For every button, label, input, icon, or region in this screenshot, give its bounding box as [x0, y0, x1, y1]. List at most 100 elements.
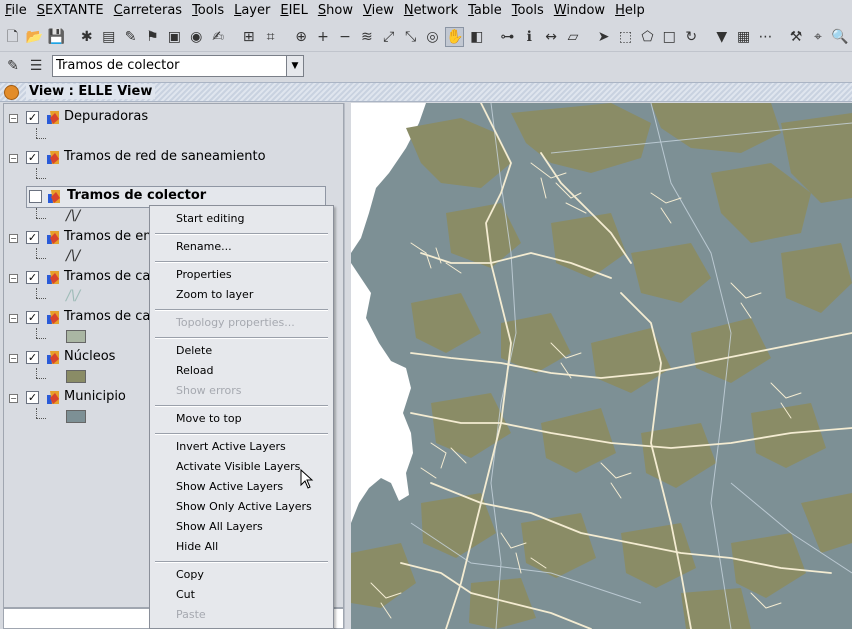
menu-eiel[interactable]: EIEL [275, 1, 313, 20]
layer-name: Tramos de ca [64, 269, 151, 284]
toc-layer-row[interactable]: − ✓ Depuradoras [4, 108, 334, 128]
menu-show[interactable]: Show [313, 1, 358, 20]
pan-icon[interactable]: ✋ [444, 26, 465, 47]
toolbar-separator [231, 27, 237, 47]
menu-tools-2[interactable]: Tools [507, 1, 549, 20]
layer-add-icon[interactable]: ▤ [99, 27, 118, 47]
active-layer-combo-value: Tramos de colector [56, 58, 180, 73]
pan-layer-icon[interactable]: ◧ [467, 27, 486, 47]
select-icon[interactable]: ➤ [594, 27, 613, 47]
collapse-toggle-icon[interactable]: − [9, 154, 18, 163]
map-canvas[interactable] [351, 103, 852, 629]
layer-visibility-checkbox[interactable]: ✓ [26, 151, 39, 164]
vector-layer-icon [47, 151, 59, 164]
record-icon[interactable]: ◉ [187, 27, 206, 47]
menu-item-zoom-to-layer[interactable]: Zoom to layer [150, 285, 333, 305]
zoom-select-icon[interactable]: ⊕ [292, 27, 311, 47]
menu-item-delete[interactable]: Delete [150, 341, 333, 361]
layers-icon[interactable]: ≋ [357, 27, 376, 47]
graticule-icon[interactable]: ⋯ [756, 27, 775, 47]
spatial-icon[interactable]: ✱ [77, 27, 96, 47]
menu-item-start-editing[interactable]: Start editing [150, 209, 333, 229]
eye-icon[interactable]: ◎ [423, 27, 442, 47]
menu-layer[interactable]: Layer [229, 1, 275, 20]
menu-item-invert-active-layers[interactable]: Invert Active Layers [150, 437, 333, 457]
note-icon[interactable]: ✍ [209, 27, 228, 47]
collapse-toggle-icon[interactable]: − [9, 394, 18, 403]
grid-icon[interactable]: ⌗ [261, 27, 280, 47]
collapse-toggle-icon[interactable]: − [9, 114, 18, 123]
vector-layer-icon [47, 271, 59, 284]
zoom-out-icon[interactable]: − [335, 27, 354, 47]
menu-help[interactable]: Help [610, 1, 650, 20]
table-icon[interactable]: ▦ [734, 27, 753, 47]
menu-separator [155, 233, 328, 235]
menu-view[interactable]: View [358, 1, 399, 20]
menu-item-move-to-top[interactable]: Move to top [150, 409, 333, 429]
collapse-toggle-icon[interactable]: − [9, 274, 18, 283]
chevron-down-icon[interactable]: ▼ [286, 56, 303, 76]
select-rect-icon[interactable]: ⬚ [616, 27, 635, 47]
layer-visibility-checkbox[interactable]: ✓ [26, 231, 39, 244]
new-file-icon[interactable]: 🗋 [3, 27, 22, 47]
edit-layer-icon[interactable]: ✎ [3, 56, 23, 76]
layer-visibility-checkbox[interactable]: ✓ [26, 391, 39, 404]
toc-layer-row[interactable]: − ✓ Tramos de red de saneamiento [4, 148, 334, 168]
view-icon [4, 85, 19, 100]
menu-item-reload[interactable]: Reload [150, 361, 333, 381]
select-poly-icon[interactable]: ⬠ [638, 27, 657, 47]
open-file-icon[interactable]: 📂 [25, 27, 44, 47]
menu-item-cut[interactable]: Cut [150, 585, 333, 605]
zoom-extent-icon[interactable]: ⤡ [401, 27, 420, 47]
menu-window[interactable]: Window [549, 1, 610, 20]
menu-item-paste: Paste [176, 608, 206, 621]
graph-icon[interactable]: ⚑ [143, 27, 162, 47]
locate-icon[interactable]: ⌖ [809, 27, 828, 47]
menu-item-copy[interactable]: Copy [150, 565, 333, 585]
measure-icon[interactable]: ⊶ [498, 27, 517, 47]
menu-network[interactable]: Network [399, 1, 463, 20]
menu-table[interactable]: Table [463, 1, 507, 20]
panel-splitter[interactable] [344, 103, 351, 629]
area-icon[interactable]: ▱ [564, 27, 583, 47]
vector-layer-icon [47, 311, 59, 324]
layer-visibility-checkbox[interactable]: ✓ [26, 111, 39, 124]
mouse-pointer-icon [300, 469, 314, 489]
zoom-in-icon[interactable]: + [314, 27, 333, 47]
collapse-toggle-icon[interactable]: − [9, 354, 18, 363]
menu-item-show-all-layers[interactable]: Show All Layers [150, 517, 333, 537]
collapse-toggle-icon[interactable]: − [9, 314, 18, 323]
layer-visibility-checkbox[interactable]: ✓ [26, 311, 39, 324]
layer-list-icon[interactable]: ☰ [26, 56, 46, 76]
menu-item-show-only-active-layers[interactable]: Show Only Active Layers [150, 497, 333, 517]
collapse-toggle-icon[interactable]: − [9, 234, 18, 243]
menu-tools[interactable]: Tools [187, 1, 229, 20]
layer-visibility-checkbox[interactable] [29, 190, 42, 203]
menu-item-hide-all[interactable]: Hide All [150, 537, 333, 557]
folder-icon[interactable]: ⊞ [239, 27, 258, 47]
save-icon[interactable]: 💾 [47, 27, 66, 47]
view-title: View : ELLE View [26, 84, 156, 99]
zoom-full-icon[interactable]: ⤢ [379, 27, 398, 47]
layer-visibility-checkbox[interactable]: ✓ [26, 351, 39, 364]
menu-item-rename[interactable]: Rename... [150, 237, 333, 257]
print-icon[interactable]: ▣ [165, 27, 184, 47]
layer-visibility-checkbox[interactable]: ✓ [26, 271, 39, 284]
menu-carreteras[interactable]: Carreteras [109, 1, 187, 20]
tools-icon[interactable]: ⚒ [787, 27, 806, 47]
filter-icon[interactable]: ▼ [712, 27, 731, 47]
view-title-bar: View : ELLE View [0, 82, 852, 102]
active-layer-combo[interactable]: Tramos de colector ▼ [52, 55, 304, 77]
layer-legend-row [4, 168, 144, 188]
distance-icon[interactable]: ↔ [542, 27, 561, 47]
invert-selection-icon[interactable]: ↻ [682, 27, 701, 47]
info-icon[interactable]: ℹ [520, 27, 539, 47]
menu-separator [155, 433, 328, 435]
menu-item-properties[interactable]: Properties [150, 265, 333, 285]
edit-icon[interactable]: ✎ [121, 27, 140, 47]
menu-sextante[interactable]: SEXTANTE [32, 1, 109, 20]
select-all-icon[interactable]: □ [660, 27, 679, 47]
search-icon[interactable]: 🔍 [830, 27, 849, 47]
layer-name: Tramos de em [64, 229, 156, 244]
menu-file[interactable]: File [0, 1, 32, 20]
